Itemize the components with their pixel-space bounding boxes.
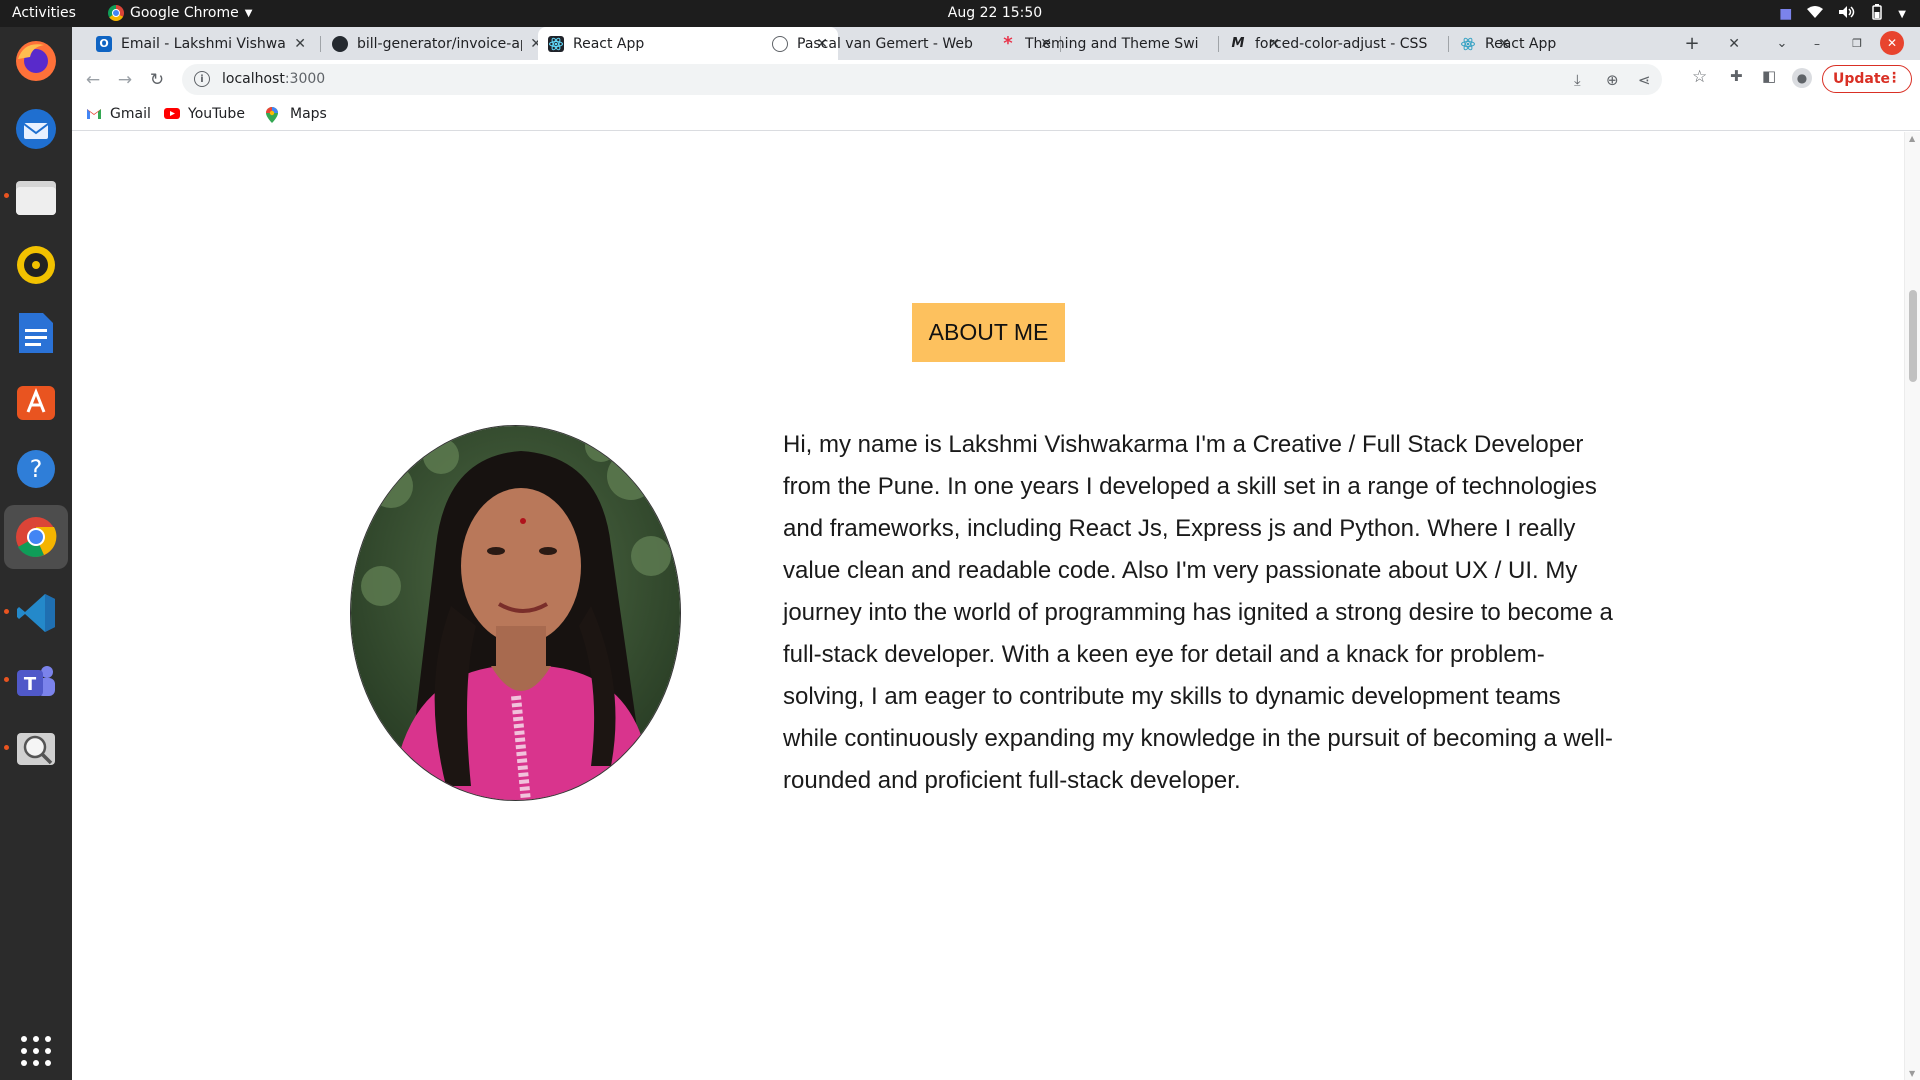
minimize-button[interactable]: – xyxy=(1802,27,1832,60)
firefox-icon[interactable] xyxy=(12,37,60,85)
close-icon[interactable]: ✕ xyxy=(294,36,306,52)
chevron-down-icon: ⌄ xyxy=(1776,36,1788,51)
software-center-icon[interactable] xyxy=(12,377,60,425)
files-icon[interactable] xyxy=(12,173,60,221)
share-icon[interactable]: ⋖ xyxy=(1638,71,1651,89)
reload-icon: ↻ xyxy=(149,70,165,90)
vscode-icon[interactable] xyxy=(12,589,60,637)
github-icon xyxy=(332,35,348,52)
page-viewport: ABOUT ME Hi, my name is Lakshmi Vishwaka… xyxy=(72,132,1904,1080)
tab-bill-generator[interactable]: bill-generator/invoice-ap ✕ xyxy=(322,27,552,60)
maps-icon xyxy=(266,107,282,123)
running-indicator xyxy=(4,193,9,198)
wifi-icon xyxy=(1806,5,1824,23)
bookmarks-bar: Gmail YouTube Maps xyxy=(72,99,1920,131)
react-icon xyxy=(548,35,564,52)
asterisk-icon: * xyxy=(1003,33,1013,54)
scroll-down-arrow-icon[interactable]: ▼ xyxy=(1909,1069,1915,1078)
profile-avatar[interactable]: ● xyxy=(1792,68,1812,88)
help-icon[interactable]: ? xyxy=(12,445,60,493)
install-app-icon[interactable]: ⤓ xyxy=(1574,71,1581,89)
browser-toolbar: ← → ↻ i localhost:3000 ⤓ ⊕ ⋖ ☆ ✚ ◧ ● Upd… xyxy=(72,60,1920,99)
gmail-icon xyxy=(86,107,102,121)
forward-button[interactable]: → xyxy=(112,67,138,93)
profile-photo xyxy=(350,425,681,801)
mdn-icon: M xyxy=(1231,36,1245,51)
bookmark-youtube[interactable]: YouTube xyxy=(164,106,245,122)
tab-divider xyxy=(1218,36,1219,52)
bookmark-star-icon[interactable]: ☆ xyxy=(1692,67,1707,87)
outlook-icon: O xyxy=(96,35,112,52)
tab-strip: O Email - Lakshmi Vishwak ✕ bill-generat… xyxy=(72,27,1920,60)
more-menu-icon[interactable]: ⋮ xyxy=(1887,70,1901,86)
minimize-icon: – xyxy=(1814,36,1820,51)
libreoffice-writer-icon[interactable] xyxy=(12,309,60,357)
tab-divider xyxy=(320,36,321,52)
rhythmbox-icon[interactable] xyxy=(12,241,60,289)
back-button[interactable]: ← xyxy=(80,67,106,93)
bookmark-label: YouTube xyxy=(188,106,245,122)
page-scrollbar[interactable]: ▲ ▼ xyxy=(1904,132,1920,1080)
restore-button[interactable]: ❐ xyxy=(1842,27,1872,60)
address-bar[interactable]: i localhost:3000 ⤓ ⊕ ⋖ xyxy=(182,64,1662,95)
bookmark-label: Maps xyxy=(290,106,327,122)
close-window-button[interactable]: ✕ xyxy=(1880,31,1904,55)
bookmark-gmail[interactable]: Gmail xyxy=(86,106,151,122)
update-button[interactable]: Update ⋮ xyxy=(1822,65,1912,93)
teams-icon[interactable]: T xyxy=(12,657,60,705)
url-text[interactable]: localhost:3000 xyxy=(222,71,325,87)
about-heading: ABOUT ME xyxy=(912,303,1065,362)
running-indicator xyxy=(4,677,9,682)
volume-icon xyxy=(1838,5,1856,23)
tab-title: Email - Lakshmi Vishwak xyxy=(121,35,287,52)
running-indicator xyxy=(4,745,9,750)
tab-divider xyxy=(1448,36,1449,52)
ubuntu-dock: ? T xyxy=(0,27,72,1080)
new-tab-button[interactable]: + xyxy=(1678,27,1706,60)
svg-text:?: ? xyxy=(30,455,43,483)
show-apps-grid-icon[interactable] xyxy=(12,1027,60,1075)
zoom-icon[interactable]: ⊕ xyxy=(1606,71,1619,89)
plus-icon: + xyxy=(1684,33,1700,54)
close-icon: ✕ xyxy=(1886,36,1898,50)
running-indicator xyxy=(4,609,9,614)
side-panel-icon[interactable]: ◧ xyxy=(1762,67,1776,85)
update-label: Update xyxy=(1833,71,1891,87)
react-icon xyxy=(1460,36,1476,52)
clock[interactable]: Aug 22 15:50 xyxy=(0,5,1920,21)
restore-icon: ❐ xyxy=(1852,37,1862,50)
globe-icon xyxy=(772,35,788,52)
extensions-icon[interactable]: ✚ xyxy=(1730,67,1743,85)
tab-title: bill-generator/invoice-ap xyxy=(357,35,523,52)
power-menu-chevron-icon: ▼ xyxy=(1898,8,1906,20)
battery-icon xyxy=(1870,4,1884,24)
scrollbar-thumb[interactable] xyxy=(1909,290,1917,382)
system-top-bar: Activities Google Chrome ▼ Aug 22 15:50 … xyxy=(0,0,1920,27)
svg-text:T: T xyxy=(24,674,37,695)
about-bio-text: Hi, my name is Lakshmi Vishwakarma I'm a… xyxy=(783,431,1613,794)
scroll-up-arrow-icon[interactable]: ▲ xyxy=(1909,134,1915,143)
system-tray[interactable]: ■ ▼ xyxy=(1779,4,1906,24)
bookmark-maps[interactable]: Maps xyxy=(266,106,327,123)
thunderbird-icon[interactable] xyxy=(12,105,60,153)
reload-button[interactable]: ↻ xyxy=(144,67,170,93)
close-icon[interactable]: ✕ xyxy=(1728,36,1740,52)
arrow-right-icon: → xyxy=(117,70,133,90)
teams-tray-icon[interactable]: ■ xyxy=(1779,6,1792,22)
site-info-icon[interactable]: i xyxy=(194,71,210,87)
arrow-left-icon: ← xyxy=(85,70,101,90)
tab-search-button[interactable]: ⌄ xyxy=(1768,27,1796,60)
bookmark-label: Gmail xyxy=(110,106,151,122)
chrome-dock-icon[interactable] xyxy=(4,505,68,569)
tab-email[interactable]: O Email - Lakshmi Vishwak ✕ xyxy=(86,27,316,60)
image-viewer-icon[interactable] xyxy=(12,725,60,773)
youtube-icon xyxy=(164,107,180,121)
